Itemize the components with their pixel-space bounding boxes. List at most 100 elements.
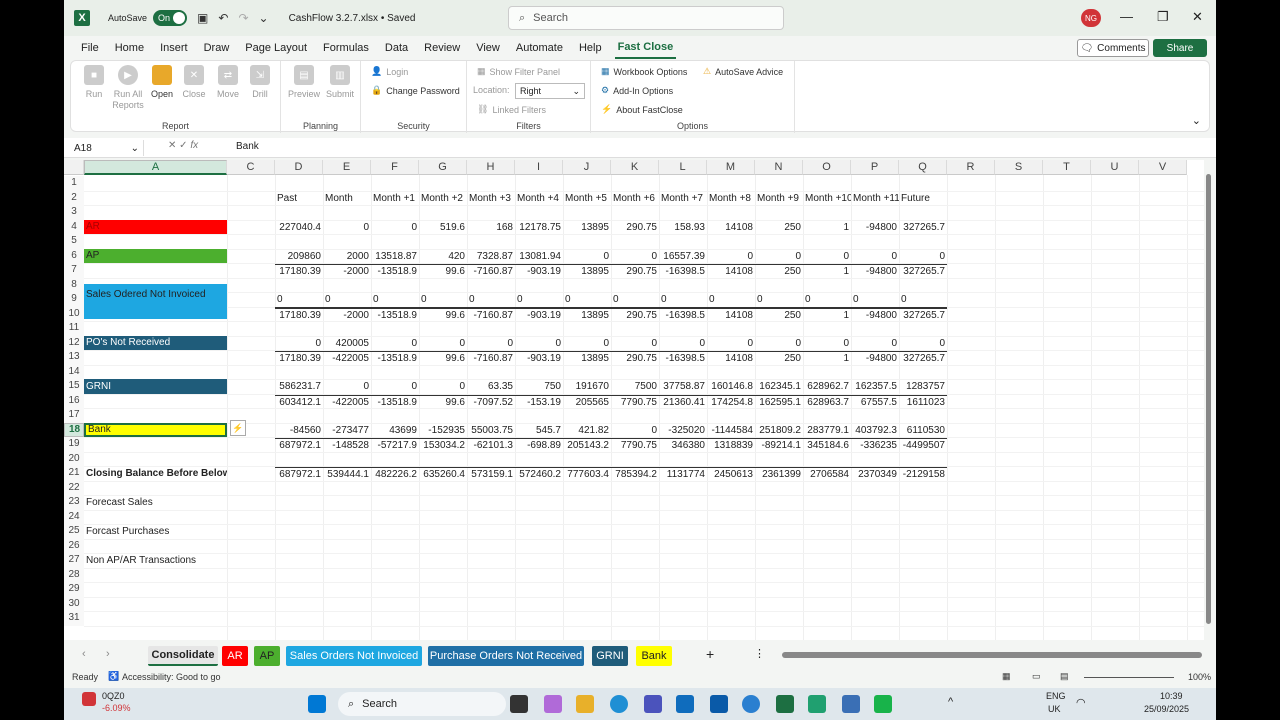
cell-h4[interactable]: 168: [467, 221, 515, 236]
tab-data[interactable]: Data: [382, 37, 411, 59]
cell-f7[interactable]: -13518.9: [371, 264, 419, 279]
accessibility-status[interactable]: Accessibility: Good to go: [122, 672, 221, 682]
cell-q21[interactable]: -2129158: [899, 467, 947, 482]
cell-e16[interactable]: -422005: [323, 394, 371, 410]
edge-icon[interactable]: [610, 695, 628, 713]
collapse-ribbon-icon[interactable]: ⌄: [1192, 114, 1201, 127]
cell-g7[interactable]: 99.6: [419, 264, 467, 279]
clock-date[interactable]: 25/09/2025: [1144, 704, 1189, 714]
cell-j6[interactable]: 0: [563, 250, 611, 265]
column-header-s[interactable]: S: [995, 160, 1043, 175]
cell-e7[interactable]: -2000: [323, 264, 371, 279]
about-fastclose-button[interactable]: ⚡ About FastClose: [601, 104, 683, 115]
cell-d19[interactable]: 687972.1: [275, 438, 323, 453]
cell-q10[interactable]: 327265.7: [899, 307, 947, 323]
cell-k21[interactable]: 785394.2: [611, 467, 659, 482]
cell-o18[interactable]: 283779.1: [803, 424, 851, 439]
undo-icon[interactable]: ↶: [218, 11, 228, 25]
cell-n7[interactable]: 250: [755, 264, 803, 279]
row-header[interactable]: 29: [64, 582, 84, 597]
column-header-v[interactable]: V: [1139, 160, 1187, 175]
cell-o16[interactable]: 628963.7: [803, 394, 851, 410]
cell-d21[interactable]: 687972.1: [275, 467, 323, 482]
zoom-level[interactable]: 100%: [1188, 672, 1211, 682]
preview-button[interactable]: ▤ Preview: [287, 65, 321, 100]
autosave-toggle[interactable]: On: [153, 10, 188, 26]
cell-f13[interactable]: -13518.9: [371, 351, 419, 366]
cell-d12[interactable]: 0: [275, 337, 323, 352]
row-header[interactable]: 19: [64, 437, 84, 452]
vertical-scrollbar[interactable]: [1205, 166, 1213, 640]
cell-k13[interactable]: 290.75: [611, 351, 659, 366]
cell-l19[interactable]: 346380: [659, 438, 707, 453]
cell-k19[interactable]: 7790.75: [611, 438, 659, 453]
cell-e19[interactable]: -148528: [323, 438, 371, 453]
cell-e15[interactable]: 0: [323, 380, 371, 395]
cell-d7[interactable]: 17180.39: [275, 264, 323, 279]
stock-ticker[interactable]: 0QZ0: [102, 691, 125, 701]
cell-e13[interactable]: -422005: [323, 351, 371, 366]
quick-analysis-icon[interactable]: ⚡: [230, 420, 246, 436]
cell-f4[interactable]: 0: [371, 221, 419, 236]
teams-icon[interactable]: [644, 695, 662, 713]
cell-p12[interactable]: 0: [851, 337, 899, 352]
row-header[interactable]: 3: [64, 205, 84, 220]
cell-f9[interactable]: 0: [371, 293, 419, 308]
outlook-icon[interactable]: [676, 695, 694, 713]
cell-h6[interactable]: 7328.87: [467, 250, 515, 265]
tab-home[interactable]: Home: [112, 37, 147, 59]
cell-j9[interactable]: 0: [563, 293, 611, 308]
cell-n13[interactable]: 250: [755, 351, 803, 366]
move-button[interactable]: ⇄ Move: [211, 65, 245, 100]
submit-button[interactable]: ▥ Submit: [323, 65, 357, 100]
row-header[interactable]: 8: [64, 277, 84, 292]
cell-f6[interactable]: 13518.87: [371, 250, 419, 265]
period-header[interactable]: Month +1: [373, 192, 419, 205]
cell-k10[interactable]: 290.75: [611, 307, 659, 323]
tab-help[interactable]: Help: [576, 37, 605, 59]
cell-k15[interactable]: 7500: [611, 380, 659, 395]
cell-d16[interactable]: 603412.1: [275, 394, 323, 410]
cell-p6[interactable]: 0: [851, 250, 899, 265]
period-header[interactable]: Month: [325, 192, 371, 205]
app-icon[interactable]: [842, 695, 860, 713]
cell-l12[interactable]: 0: [659, 337, 707, 352]
formula-input[interactable]: Bank: [236, 141, 259, 152]
cell-e4[interactable]: 0: [323, 221, 371, 236]
column-header-i[interactable]: I: [515, 160, 563, 175]
next-sheet-icon[interactable]: ›: [106, 648, 110, 660]
cell-q15[interactable]: 1283757: [899, 380, 947, 395]
row-header[interactable]: 18: [64, 422, 84, 437]
restore-icon[interactable]: ❐: [1157, 9, 1169, 25]
cell-i7[interactable]: -903.19: [515, 264, 563, 279]
redo-icon[interactable]: ↷: [238, 11, 248, 25]
cell-g9[interactable]: 0: [419, 293, 467, 308]
cell-j16[interactable]: 205565: [563, 394, 611, 410]
cell-m18[interactable]: -1144584: [707, 424, 755, 439]
cell-d18[interactable]: -84560: [275, 424, 323, 439]
sheet-tab-sales-orders-not-invoiced[interactable]: Sales Orders Not Invoiced: [286, 646, 422, 666]
row-header[interactable]: 30: [64, 596, 84, 611]
tab-review[interactable]: Review: [421, 37, 463, 59]
cell-p4[interactable]: -94800: [851, 221, 899, 236]
cell-q18[interactable]: 6110530: [899, 424, 947, 439]
cell-f19[interactable]: -57217.9: [371, 438, 419, 453]
tab-file[interactable]: File: [78, 37, 102, 59]
cell-m10[interactable]: 14108: [707, 307, 755, 323]
cell-j18[interactable]: 421.82: [563, 424, 611, 439]
cell-l10[interactable]: -16398.5: [659, 307, 707, 323]
cell-f10[interactable]: -13518.9: [371, 307, 419, 323]
share-button[interactable]: Share: [1153, 39, 1207, 57]
row-header[interactable]: 2: [64, 190, 84, 205]
tab-automate[interactable]: Automate: [513, 37, 566, 59]
cell-e18[interactable]: -273477: [323, 424, 371, 439]
column-header-r[interactable]: R: [947, 160, 995, 175]
cell-e10[interactable]: -2000: [323, 307, 371, 323]
cell-p16[interactable]: 67557.5: [851, 394, 899, 410]
start-icon[interactable]: [308, 695, 326, 713]
cell-i13[interactable]: -903.19: [515, 351, 563, 366]
change-password-button[interactable]: 🔒 Change Password: [371, 85, 460, 96]
cell-p21[interactable]: 2370349: [851, 467, 899, 482]
search-box[interactable]: ⌕ Search: [508, 6, 784, 30]
show-filter-panel-button[interactable]: ▦ Show Filter Panel: [477, 66, 560, 77]
